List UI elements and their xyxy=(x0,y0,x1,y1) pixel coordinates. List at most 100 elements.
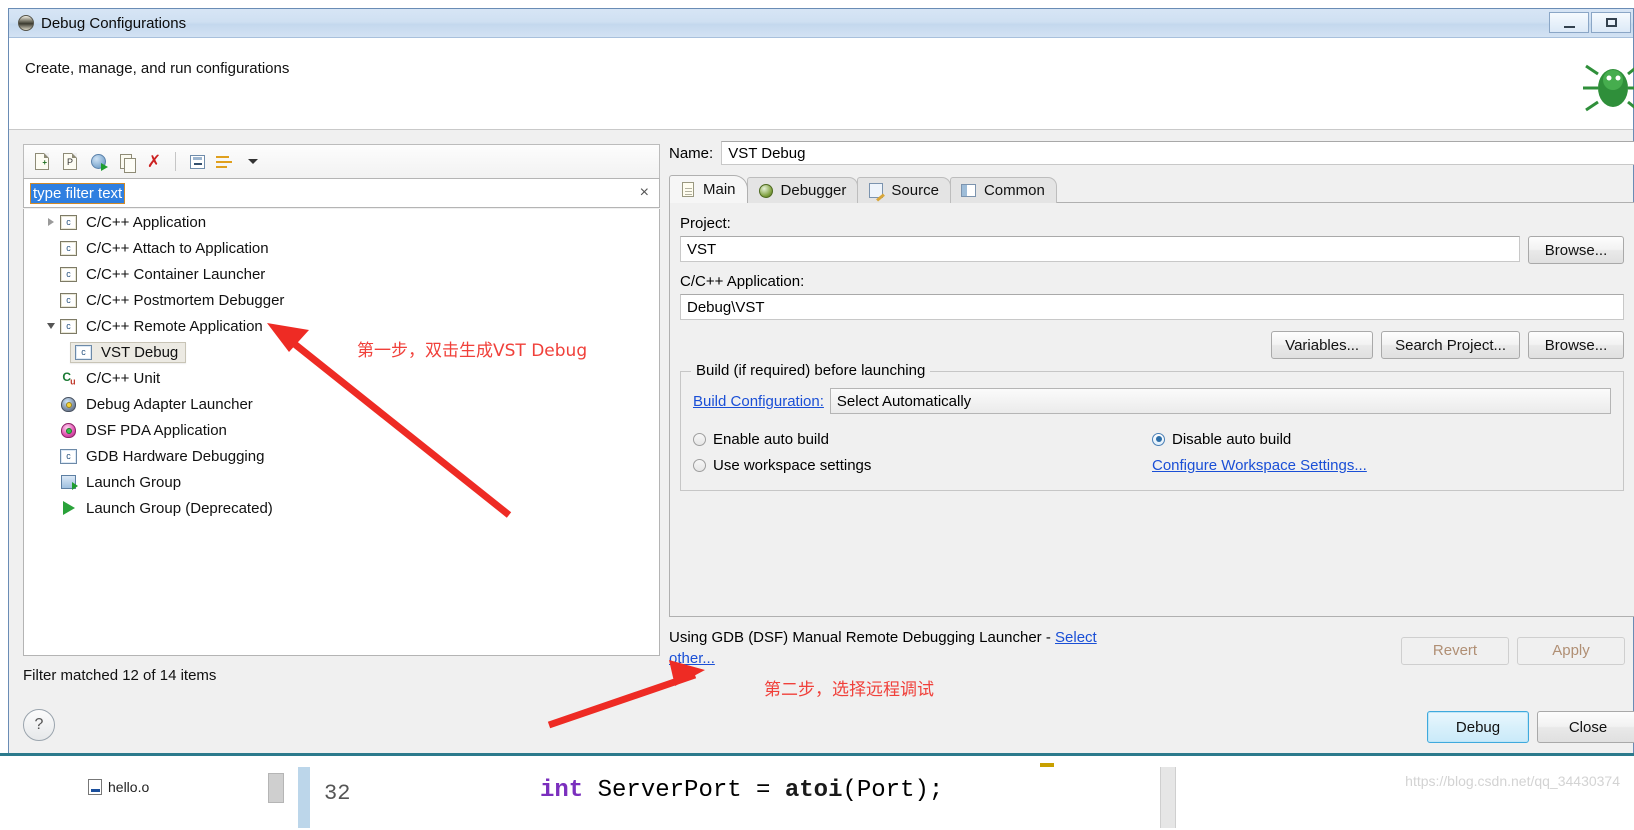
build-configuration-link[interactable]: Build Configuration: xyxy=(693,393,824,410)
new-prototype-icon[interactable]: P xyxy=(58,150,82,174)
maximize-button[interactable] xyxy=(1591,12,1631,33)
select-other-link-part2[interactable]: other... xyxy=(669,650,715,667)
tree-item-label: DSF PDA Application xyxy=(86,422,227,439)
debug-button[interactable]: Debug xyxy=(1427,711,1529,743)
dialog-body: + P ✗ xyxy=(9,130,1633,753)
apply-button[interactable]: Apply xyxy=(1517,637,1625,665)
help-icon[interactable]: ? xyxy=(23,709,55,741)
tree-item-c-c-postmortem-debugger[interactable]: cC/C++ Postmortem Debugger xyxy=(24,287,659,313)
duplicate-icon[interactable] xyxy=(114,150,138,174)
c-file-icon: c xyxy=(59,266,78,283)
window-controls xyxy=(1549,12,1631,33)
minimize-button[interactable] xyxy=(1549,12,1589,33)
browse-application-button[interactable]: Browse... xyxy=(1528,331,1624,359)
tree-item-launch-group[interactable]: Launch Group xyxy=(24,469,659,495)
annotation-step-2: 第二步，选择远程调试 xyxy=(764,675,934,700)
revert-button[interactable]: Revert xyxy=(1401,637,1509,665)
c-file-icon: c xyxy=(59,214,78,231)
configure-workspace-settings-row: Configure Workspace Settings... xyxy=(1152,452,1611,478)
search-project-button[interactable]: Search Project... xyxy=(1381,331,1520,359)
background-editor-gutter xyxy=(298,767,310,828)
dialog-description: Create, manage, and run configurations xyxy=(25,60,289,77)
build-configuration-row: Build Configuration: Select Automaticall… xyxy=(693,388,1611,414)
debug-configurations-dialog: Debug Configurations Create, manage, and… xyxy=(8,8,1634,753)
enable-auto-build-radio[interactable]: Enable auto build xyxy=(693,426,1152,452)
tree-item-launch-group-deprecated[interactable]: Launch Group (Deprecated) xyxy=(24,495,659,521)
document-icon xyxy=(679,182,697,198)
tab-source-label: Source xyxy=(891,182,939,199)
common-icon xyxy=(960,183,978,199)
tab-source[interactable]: Source xyxy=(857,177,951,203)
chevron-right-icon[interactable] xyxy=(42,218,59,226)
enable-auto-build-label: Enable auto build xyxy=(713,431,829,448)
build-configuration-combo[interactable]: Select Automatically xyxy=(830,388,1611,414)
configuration-tabs[interactable]: Main Debugger Source Common xyxy=(669,175,1634,203)
toolbar-separator xyxy=(175,152,176,171)
filter-icon[interactable] xyxy=(213,150,237,174)
filter-status-label: Filter matched 12 of 14 items xyxy=(23,660,216,690)
background-file-label: hello.o xyxy=(108,779,149,795)
tree-item-dsf-pda-application[interactable]: DSF PDA Application xyxy=(24,417,659,443)
filter-input[interactable]: type filter text × xyxy=(23,178,660,208)
use-workspace-settings-radio[interactable]: Use workspace settings xyxy=(693,452,1152,478)
chevron-down-icon[interactable] xyxy=(42,323,59,329)
delete-icon[interactable]: ✗ xyxy=(142,150,166,174)
tree-item-debug-adapter-launcher[interactable]: Debug Adapter Launcher xyxy=(24,391,659,417)
build-configuration-value: Select Automatically xyxy=(837,393,971,410)
tree-item-c-c-container-launcher[interactable]: c C/C++ Container Launcher xyxy=(24,261,659,287)
collapse-all-icon[interactable] xyxy=(185,150,209,174)
tree-item-gdb-hardware-debugging[interactable]: cGDB Hardware Debugging xyxy=(24,443,659,469)
tab-main[interactable]: Main xyxy=(669,175,748,203)
close-button[interactable]: Close xyxy=(1537,711,1634,743)
tree-item-label: Launch Group (Deprecated) xyxy=(86,500,273,517)
dialog-footer: ? Debug Close xyxy=(23,699,1633,743)
project-input[interactable]: VST xyxy=(680,236,1520,262)
new-configuration-icon[interactable]: + xyxy=(30,150,54,174)
clear-filter-icon[interactable]: × xyxy=(640,185,649,201)
selection-highlight: cVST Debug xyxy=(70,342,186,363)
tree-item-label: C/C++ Attach to Application xyxy=(86,240,269,257)
c-file-icon-blue: c xyxy=(59,448,78,465)
application-input[interactable]: Debug\VST xyxy=(680,294,1624,320)
title-bar: Debug Configurations xyxy=(9,9,1633,38)
tree-item-c-c-attach-to-application[interactable]: cC/C++ Attach to Application xyxy=(24,235,659,261)
export-icon[interactable] xyxy=(86,150,110,174)
build-group-title: Build (if required) before launching xyxy=(691,362,930,379)
play-icon xyxy=(59,500,78,517)
tree-item-label: C/C++ Unit xyxy=(86,370,160,387)
background-file-tab[interactable]: hello.o xyxy=(88,779,149,795)
configurations-tree[interactable]: cC/C++ ApplicationcC/C++ Attach to Appli… xyxy=(23,209,660,656)
chevron-down-icon[interactable] xyxy=(241,150,265,174)
tree-item-c-c-application[interactable]: c C/C++ Application xyxy=(24,209,659,235)
eclipse-icon xyxy=(18,15,34,31)
tab-common[interactable]: Common xyxy=(950,177,1057,203)
configurations-toolbar: + P ✗ xyxy=(23,144,660,178)
tree-item-label: Debug Adapter Launcher xyxy=(86,396,253,413)
browse-project-button[interactable]: Browse... xyxy=(1528,236,1624,264)
build-group: Build (if required) before launching Bui… xyxy=(680,371,1624,491)
dialog-header: Create, manage, and run configurations xyxy=(9,38,1633,130)
tree-item-c-c-unit[interactable]: Cu C/C++ Unit xyxy=(24,365,659,391)
name-label: Name: xyxy=(669,145,713,162)
cunit-icon: Cu xyxy=(59,370,78,387)
background-scrollbar-thumb[interactable] xyxy=(268,773,284,803)
configure-workspace-settings-link[interactable]: Configure Workspace Settings... xyxy=(1152,457,1367,474)
launcher-status-text: Using GDB (DSF) Manual Remote Debugging … xyxy=(669,629,1055,646)
tree-item-label: C/C++ Application xyxy=(86,214,206,231)
tree-item-label: VST Debug xyxy=(101,344,178,361)
project-input-value: VST xyxy=(687,241,716,258)
name-input[interactable]: VST Debug xyxy=(721,141,1634,165)
launch-group-icon xyxy=(59,474,78,491)
radio-indicator xyxy=(693,433,706,446)
name-input-value: VST Debug xyxy=(728,145,805,162)
tab-debugger[interactable]: Debugger xyxy=(747,177,859,203)
application-buttons-row: Variables... Search Project... Browse... xyxy=(680,331,1624,359)
tree-item-label: C/C++ Postmortem Debugger xyxy=(86,292,284,309)
disable-auto-build-radio[interactable]: Disable auto build xyxy=(1152,426,1611,452)
variables-button[interactable]: Variables... xyxy=(1271,331,1373,359)
tab-common-label: Common xyxy=(984,182,1045,199)
c-file-icon: c xyxy=(59,318,78,335)
revert-apply-bar: Revert Apply xyxy=(1401,637,1625,665)
select-other-link-part1[interactable]: Select xyxy=(1055,629,1097,646)
tree-item-label: C/C++ Container Launcher xyxy=(86,266,265,283)
